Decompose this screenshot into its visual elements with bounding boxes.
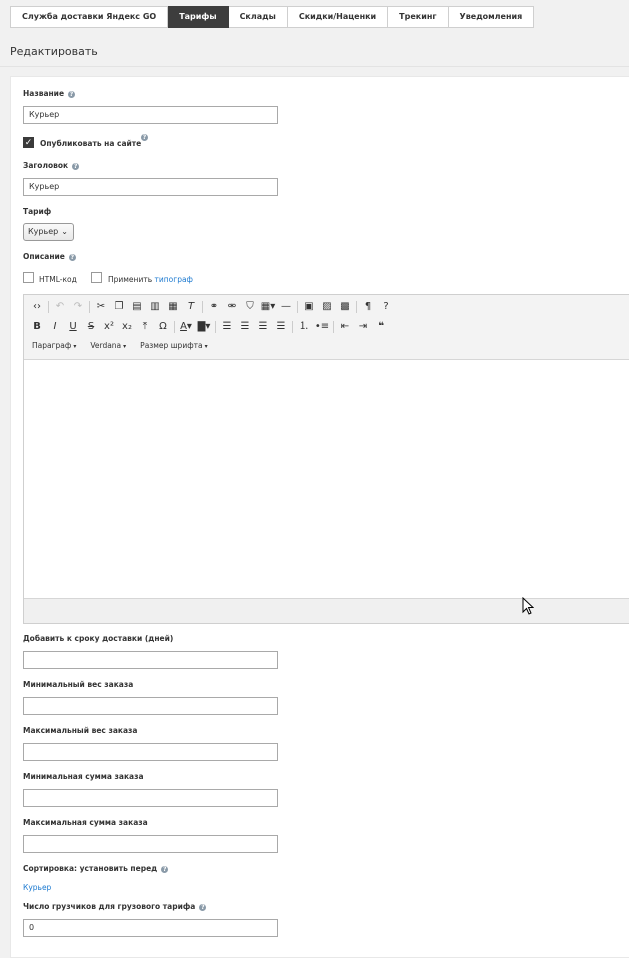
add-days-label: Добавить к сроку доставки (дней) [23,634,174,643]
paste-icon[interactable]: ▤ [128,298,146,316]
sort-link[interactable]: Курьер [23,883,51,892]
max-sum-input[interactable] [23,835,278,853]
typograph-label: Применить типограф [108,275,193,284]
help-icon[interactable]: ? [141,134,148,141]
tab-bar: Служба доставки Яндекс GO Тарифы Склады … [10,6,535,28]
italic-icon[interactable]: I [46,318,64,336]
bookmark-icon[interactable]: ⛉ [241,298,259,316]
tab-yandex-go[interactable]: Служба доставки Яндекс GO [10,6,169,28]
paste-text-icon[interactable]: ▥ [146,298,164,316]
numbered-list-icon[interactable]: ⒈ [295,318,313,336]
max-weight-label: Максимальный вес заказа [23,726,138,735]
tariff-select[interactable]: Курьер ⌄ [23,223,74,241]
link-icon[interactable]: ⚭ [205,298,223,316]
min-sum-label: Минимальная сумма заказа [23,772,144,781]
copy-icon[interactable]: ❐ [110,298,128,316]
section-title: Редактировать [10,45,98,58]
gallery-icon[interactable]: ▩ [336,298,354,316]
tariff-select-value: Курьер [28,227,59,236]
sort-label: Сортировка: установить перед? [23,864,169,873]
name-input[interactable]: Курьер [23,106,278,124]
typograph-checkbox[interactable] [91,272,102,283]
heading-label: Заголовок? [23,161,80,170]
align-center-icon[interactable]: ☰ [236,318,254,336]
max-weight-input[interactable] [23,743,278,761]
clear-format-icon[interactable]: T [182,298,200,316]
align-left-icon[interactable]: ☰ [218,318,236,336]
text-color-icon[interactable]: A▾ [177,318,195,336]
underline-icon[interactable]: U [64,318,82,336]
loaders-input[interactable]: 0 [23,919,278,937]
publish-checkbox[interactable]: ✓ [23,137,34,148]
editor-statusbar [24,598,629,623]
editor-toolbar: ‹› ↶ ↷ ✂ ❐ ▤ ▥ ▦ T ⚭ ⚮ ⛉ ▦▾ — ▣ ▨ ▩ ¶ ? … [24,295,629,360]
cut-icon[interactable]: ✂ [92,298,110,316]
strikethrough-icon[interactable]: S [82,318,100,336]
subscript-icon[interactable]: x₂ [118,318,136,336]
tab-notifications[interactable]: Уведомления [448,6,535,28]
help-icon[interactable]: ? [161,865,169,873]
mouse-cursor-icon [522,597,534,615]
tab-tariffs[interactable]: Тарифы [168,6,229,28]
min-weight-input[interactable] [23,697,278,715]
paragraph-menu[interactable]: Параграф ▾ [32,341,76,350]
bold-icon[interactable]: B [28,318,46,336]
background-color-icon[interactable]: ▇▾ [195,318,213,336]
toolbar-row-1: ‹› ↶ ↷ ✂ ❐ ▤ ▥ ▦ T ⚭ ⚮ ⛉ ▦▾ — ▣ ▨ ▩ ¶ ? [28,298,395,316]
typograph-link[interactable]: типограф [155,275,193,284]
chevron-down-icon: ⌄ [61,227,68,236]
rich-text-editor[interactable]: ‹› ↶ ↷ ✂ ❐ ▤ ▥ ▦ T ⚭ ⚮ ⛉ ▦▾ — ▣ ▨ ▩ ¶ ? … [23,294,629,624]
max-sum-label: Максимальная сумма заказа [23,818,148,827]
help-circle-icon[interactable]: ? [377,298,395,316]
bullet-list-icon[interactable]: •≡ [313,318,331,336]
editor-menus: Параграф ▾ Verdana ▾ Размер шрифта ▾ [32,341,208,350]
font-family-menu[interactable]: Verdana ▾ [90,341,126,350]
help-icon[interactable]: ? [72,162,80,170]
indent-icon[interactable]: ⇥ [354,318,372,336]
align-right-icon[interactable]: ☰ [254,318,272,336]
upload-icon[interactable]: ⤒ [136,318,154,336]
help-icon[interactable]: ? [68,253,76,261]
redo-icon[interactable]: ↷ [69,298,87,316]
tab-warehouses[interactable]: Склады [228,6,288,28]
font-size-menu[interactable]: Размер шрифта ▾ [140,341,207,350]
loaders-label: Число грузчиков для грузового тарифа? [23,902,207,911]
name-label: Название? [23,89,76,98]
tariff-label: Тариф [23,207,52,216]
media-icon[interactable]: ▣ [300,298,318,316]
source-code-icon[interactable]: ‹› [28,298,46,316]
horizontal-line-icon[interactable]: — [277,298,295,316]
description-label: Описание? [23,252,76,261]
html-code-label: HTML-код [39,275,77,284]
help-icon[interactable]: ? [199,903,207,911]
paste-word-icon[interactable]: ▦ [164,298,182,316]
publish-label: Опубликовать на сайте [40,139,142,148]
outdent-icon[interactable]: ⇤ [336,318,354,336]
tab-discounts[interactable]: Скидки/Наценки [287,6,389,28]
undo-icon[interactable]: ↶ [51,298,69,316]
toolbar-row-2: B I U S x² x₂ ⤒ Ω A▾ ▇▾ ☰ ☰ ☰ ☰ ⒈ •≡ ⇤ ⇥… [28,318,390,336]
table-icon[interactable]: ▦▾ [259,298,277,316]
image-icon[interactable]: ▨ [318,298,336,316]
unlink-icon[interactable]: ⚮ [223,298,241,316]
superscript-icon[interactable]: x² [100,318,118,336]
divider [0,66,629,67]
special-char-icon[interactable]: Ω [154,318,172,336]
align-justify-icon[interactable]: ☰ [272,318,290,336]
blockquote-icon[interactable]: ❝ [372,318,390,336]
html-code-checkbox[interactable] [23,272,34,283]
heading-input[interactable]: Курьер [23,178,278,196]
help-icon[interactable]: ? [68,90,76,98]
add-days-input[interactable] [23,651,278,669]
min-sum-input[interactable] [23,789,278,807]
paragraph-mark-icon[interactable]: ¶ [359,298,377,316]
tab-tracking[interactable]: Трекинг [388,6,449,28]
min-weight-label: Минимальный вес заказа [23,680,134,689]
